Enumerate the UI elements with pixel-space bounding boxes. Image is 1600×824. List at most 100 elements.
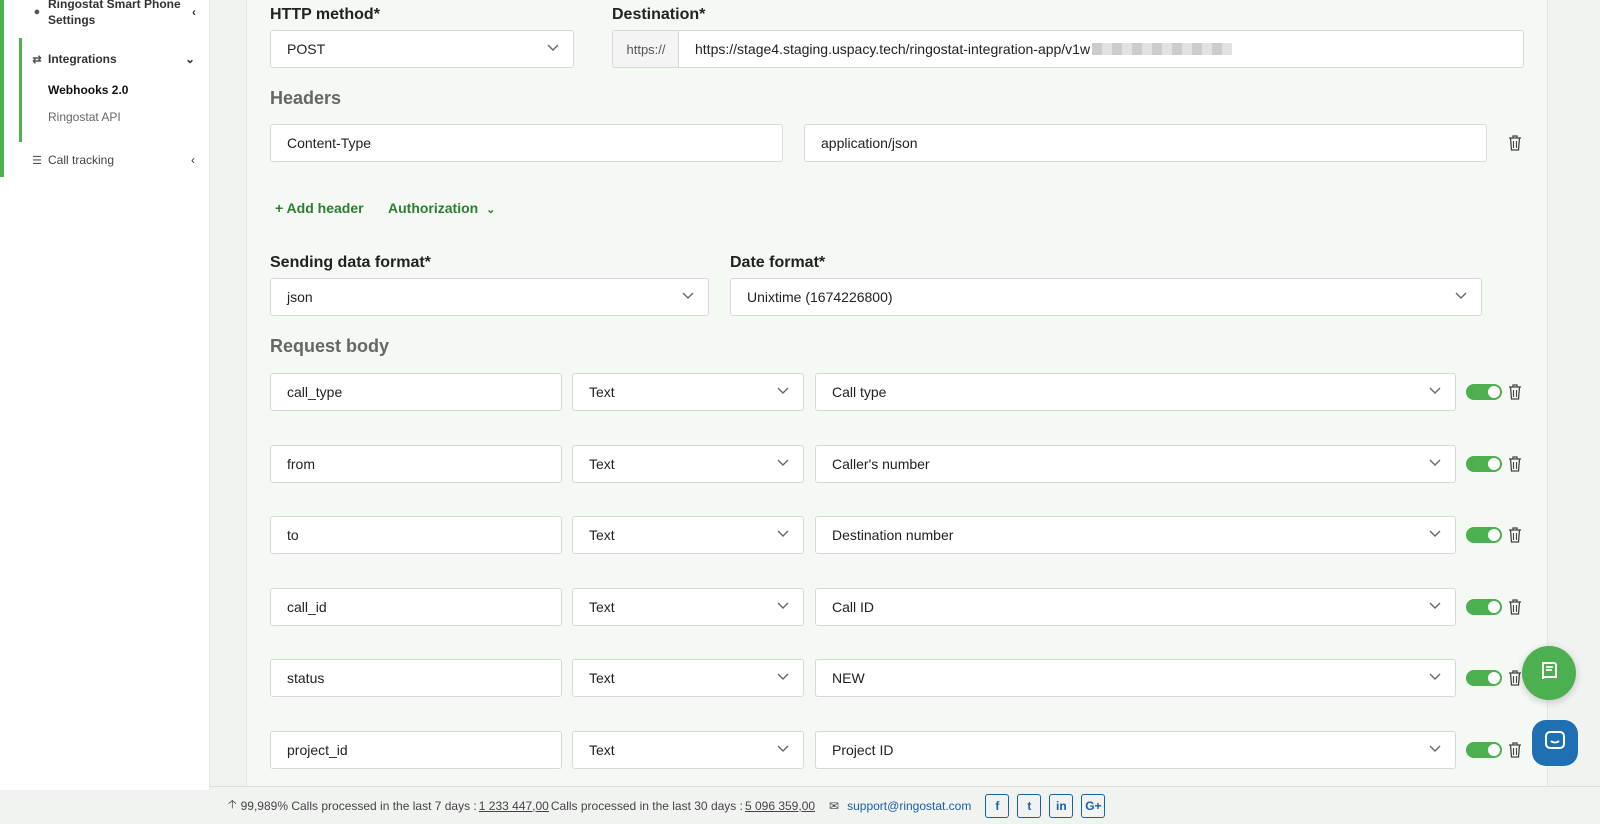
knowledge-base-button[interactable]: [1522, 646, 1576, 700]
delete-row-icon[interactable]: [1508, 742, 1522, 758]
chevron-down-icon: [777, 387, 789, 397]
body-type-value: Text: [589, 670, 615, 687]
facebook-icon[interactable]: f: [985, 793, 1010, 818]
toggle-knob: [1488, 672, 1500, 685]
body-key-value: from: [287, 455, 315, 472]
chevron-down-icon: [1429, 459, 1441, 469]
sidebar: ● Ringostat Smart Phone Settings ‹ ⇄ Int…: [0, 0, 210, 790]
body-row-toggle[interactable]: [1466, 527, 1502, 544]
chevron-down-icon: [1455, 292, 1467, 302]
body-key-value: status: [287, 670, 325, 687]
body-value-value: Call type: [832, 384, 887, 400]
body-key-value: call_type: [287, 384, 343, 400]
http-method-label: HTTP method*: [270, 6, 380, 23]
body-value-select[interactable]: NEW: [815, 659, 1456, 698]
body-value-select[interactable]: Destination number: [815, 516, 1456, 555]
body-key-value: project_id: [287, 742, 348, 758]
sidebar-item-integrations[interactable]: ⇄ Integrations ⌄: [30, 52, 195, 66]
body-value-select[interactable]: Call ID: [815, 587, 1456, 626]
chevron-down-icon: [1429, 530, 1441, 540]
linkedin-icon[interactable]: in: [1049, 793, 1074, 818]
sidebar-item-ringostat-api[interactable]: Ringostat API: [48, 110, 121, 124]
body-value-select[interactable]: Call type: [815, 373, 1456, 411]
body-key-input[interactable]: from: [270, 444, 562, 483]
body-key-input[interactable]: status: [270, 659, 562, 698]
body-key-input[interactable]: to: [270, 516, 562, 555]
delete-row-icon[interactable]: [1508, 527, 1522, 543]
sidebar-item-label: Call tracking: [48, 153, 115, 167]
body-type-select[interactable]: Text: [572, 731, 804, 769]
sidebar-item-webhooks[interactable]: Webhooks 2.0: [48, 83, 128, 97]
body-type-value: Text: [589, 598, 615, 615]
body-value-select[interactable]: Project ID: [815, 731, 1456, 769]
footer-stats: 🡡 99,989% Calls processed in the last 7 …: [210, 786, 1600, 824]
envelope-icon: ✉: [829, 798, 840, 813]
redacted-text: [1092, 43, 1233, 55]
chevron-left-icon: ‹: [192, 5, 196, 19]
date-format-label: Date format*: [730, 254, 826, 271]
uptime-value: 99,989%: [240, 798, 288, 813]
toggle-knob: [1488, 386, 1500, 398]
add-header-link[interactable]: + Add header: [275, 200, 364, 216]
body-type-select[interactable]: Text: [572, 516, 804, 555]
body-type-select[interactable]: Text: [572, 444, 804, 483]
body-type-select[interactable]: Text: [572, 373, 804, 411]
body-type-value: Text: [589, 742, 615, 758]
body-row-toggle[interactable]: [1466, 742, 1502, 758]
chevron-down-icon: [1429, 602, 1441, 612]
delete-header-icon[interactable]: [1508, 135, 1522, 151]
body-key-input[interactable]: call_id: [270, 587, 562, 626]
support-email-link[interactable]: support@ringostat.com: [847, 799, 971, 813]
body-type-value: Text: [589, 455, 615, 472]
date-format-select[interactable]: Unixtime (1674226800): [730, 278, 1482, 316]
google-plus-icon[interactable]: G+: [1081, 793, 1106, 818]
chevron-down-icon: [777, 602, 789, 612]
chevron-down-icon: [777, 459, 789, 469]
chevron-down-icon: [547, 44, 559, 54]
body-row-toggle[interactable]: [1466, 598, 1502, 615]
chevron-down-icon: ⌄: [184, 52, 195, 66]
delete-row-icon[interactable]: [1508, 670, 1522, 687]
body-key-value: call_id: [287, 598, 327, 615]
chat-widget-button[interactable]: [1532, 720, 1578, 766]
destination-value: https://stage4.staging.uspacy.tech/ringo…: [695, 41, 1091, 57]
body-key-input[interactable]: call_type: [270, 373, 562, 411]
body-row-toggle[interactable]: [1466, 384, 1502, 400]
chat-bubble-icon: [1543, 729, 1567, 758]
body-value-value: Call ID: [832, 598, 875, 615]
delete-row-icon[interactable]: [1508, 455, 1522, 472]
chevron-down-icon: [682, 292, 694, 302]
calls-30-label: Calls processed in the last 30 days :: [550, 798, 743, 813]
header-value-input[interactable]: application/json: [804, 124, 1487, 162]
body-value-value: Caller's number: [832, 455, 930, 472]
sidebar-item-call-tracking[interactable]: ☰ Call tracking ‹: [30, 153, 195, 167]
toggle-knob: [1488, 600, 1500, 613]
twitter-icon[interactable]: t: [1017, 793, 1042, 818]
sidebar-item-smart-phone-settings[interactable]: ● Ringostat Smart Phone Settings ‹: [30, 0, 196, 28]
header-key-input[interactable]: Content-Type: [270, 124, 783, 162]
toggle-knob: [1488, 744, 1500, 756]
sidebar-accent: [0, 0, 4, 177]
destination-label: Destination*: [612, 6, 706, 23]
body-row-toggle[interactable]: [1466, 670, 1502, 687]
body-type-select[interactable]: Text: [572, 659, 804, 698]
destination-prefix: https://: [612, 30, 680, 68]
http-method-select[interactable]: POST: [270, 30, 574, 68]
header-value-value: application/json: [821, 135, 918, 151]
body-value-value: Destination number: [832, 527, 954, 544]
sidebar-active-bar: [19, 38, 22, 142]
sliders-icon: ☰: [32, 154, 42, 167]
authorization-dropdown[interactable]: Authorization ⌄: [388, 200, 495, 216]
body-key-input[interactable]: project_id: [270, 731, 562, 769]
headers-title: Headers: [270, 88, 342, 108]
body-type-value: Text: [589, 384, 615, 400]
destination-input[interactable]: https://stage4.staging.uspacy.tech/ringo…: [678, 30, 1524, 68]
body-row-toggle[interactable]: [1466, 455, 1502, 472]
calls-30-value: 5 096 359,00: [744, 798, 816, 813]
body-value-select[interactable]: Caller's number: [815, 444, 1456, 483]
delete-row-icon[interactable]: [1508, 384, 1522, 400]
body-type-select[interactable]: Text: [572, 587, 804, 626]
delete-row-icon[interactable]: [1508, 599, 1522, 615]
sending-format-select[interactable]: json: [270, 278, 709, 316]
toggle-knob: [1488, 457, 1500, 470]
